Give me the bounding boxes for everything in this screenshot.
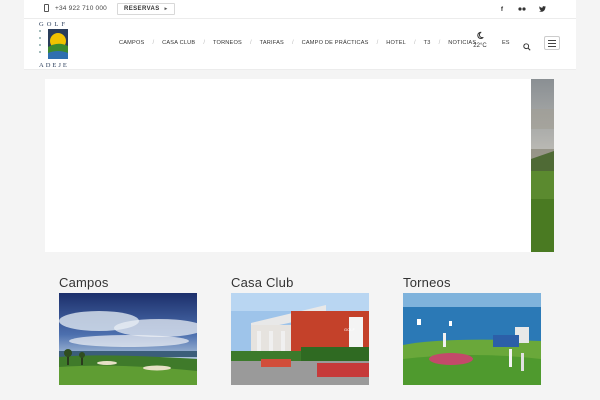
section-title[interactable]: Torneos bbox=[403, 274, 541, 293]
caret-right-icon: ▸ bbox=[164, 6, 168, 12]
menu-line bbox=[548, 45, 556, 47]
nav-separator: / bbox=[376, 40, 379, 46]
facebook-icon[interactable]: f bbox=[492, 3, 512, 15]
logo-text-bottom: ADEJE bbox=[39, 62, 69, 69]
facebook-label: f bbox=[500, 5, 504, 13]
nav-item-hotel[interactable]: HOTEL bbox=[386, 40, 406, 46]
menu-line bbox=[548, 39, 556, 41]
golf-adeje-logo[interactable]: GOLF ADEJE bbox=[39, 21, 75, 69]
weather-widget: 22°C bbox=[470, 31, 490, 49]
casa-club-image[interactable]: GOLF bbox=[231, 293, 369, 385]
nav-item-tarifas[interactable]: TARIFAS bbox=[260, 40, 284, 46]
logo-mark-icon bbox=[48, 29, 68, 59]
nav-separator: / bbox=[249, 40, 252, 46]
main-header: GOLF ADEJE CAMPOS / CASA CLUB / TORNEOS … bbox=[24, 19, 576, 70]
clubhouse-sign: GOLF bbox=[344, 327, 355, 332]
nav-separator: / bbox=[291, 40, 294, 46]
slider-next-image[interactable] bbox=[531, 79, 554, 252]
hamburger-menu-button[interactable] bbox=[544, 36, 560, 50]
nav-item-campo-de-practicas[interactable]: CAMPO DE PRÁCTICAS bbox=[302, 40, 369, 46]
menu-line bbox=[548, 42, 556, 44]
page: +34 922 710 000 RESERVAS ▸ f GOLF ADEJE … bbox=[0, 0, 600, 400]
hero-slider[interactable] bbox=[45, 79, 554, 252]
section-title[interactable]: Campos bbox=[59, 274, 197, 293]
section-title[interactable]: Casa Club bbox=[231, 274, 369, 293]
moon-icon bbox=[470, 31, 490, 42]
section-campos[interactable]: Campos bbox=[59, 274, 197, 385]
phone-icon bbox=[44, 4, 49, 12]
nav-separator: / bbox=[413, 40, 416, 46]
social-links: f bbox=[492, 3, 552, 15]
nav-separator: / bbox=[203, 40, 205, 46]
reservas-button[interactable]: RESERVAS ▸ bbox=[117, 3, 175, 15]
logo-text-top: GOLF bbox=[39, 21, 68, 28]
search-icon[interactable] bbox=[523, 38, 533, 51]
section-casa-club[interactable]: Casa Club GOLF bbox=[231, 274, 369, 385]
language-selector[interactable]: ES bbox=[502, 40, 509, 46]
top-bar: +34 922 710 000 RESERVAS ▸ f bbox=[24, 0, 576, 19]
nav-item-t3[interactable]: T3 bbox=[424, 40, 431, 46]
nav-separator: / bbox=[438, 40, 441, 46]
phone-contact[interactable]: +34 922 710 000 bbox=[44, 4, 107, 12]
logo-dots bbox=[39, 30, 42, 60]
section-torneos[interactable]: Torneos bbox=[403, 274, 541, 385]
reservas-label: RESERVAS bbox=[124, 6, 160, 12]
flickr-icon[interactable] bbox=[512, 3, 532, 15]
nav-separator: / bbox=[152, 40, 155, 46]
main-nav: CAMPOS / CASA CLUB / TORNEOS / TARIFAS /… bbox=[119, 40, 476, 46]
campos-image[interactable] bbox=[59, 293, 197, 385]
nav-item-torneos[interactable]: TORNEOS bbox=[213, 40, 242, 46]
nav-item-campos[interactable]: CAMPOS bbox=[119, 40, 144, 46]
twitter-icon[interactable] bbox=[532, 3, 552, 15]
torneos-image[interactable] bbox=[403, 293, 541, 385]
temperature: 22°C bbox=[473, 43, 487, 49]
phone-number: +34 922 710 000 bbox=[55, 4, 107, 12]
nav-item-casa-club[interactable]: CASA CLUB bbox=[162, 40, 195, 46]
